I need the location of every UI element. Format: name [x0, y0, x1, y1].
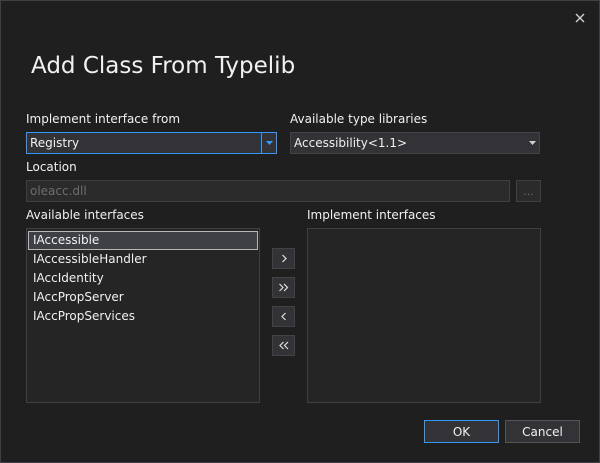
dropdown-arrow-icon	[261, 133, 276, 153]
implement-from-value: Registry	[30, 136, 80, 150]
location-label: Location	[26, 160, 77, 174]
implement-from-label: Implement interface from	[26, 112, 181, 126]
location-field[interactable]: oleacc.dll	[26, 180, 510, 202]
available-interfaces-label: Available interfaces	[26, 208, 144, 222]
ok-button[interactable]: OK	[424, 420, 499, 443]
browse-button[interactable]: ...	[516, 180, 541, 202]
type-libraries-label: Available type libraries	[290, 112, 428, 126]
type-libraries-value: Accessibility<1.1>	[294, 136, 408, 150]
implement-from-combo[interactable]: Registry	[26, 132, 277, 154]
remove-all-button[interactable]	[272, 335, 295, 356]
chevron-left-icon	[280, 312, 286, 321]
available-interfaces-list[interactable]: IAccessible IAccessibleHandler IAccIdent…	[26, 228, 260, 403]
close-icon	[575, 13, 585, 23]
close-button[interactable]	[569, 7, 591, 29]
list-item[interactable]: IAccIdentity	[28, 269, 258, 288]
add-one-button[interactable]	[272, 248, 295, 269]
implement-interfaces-list[interactable]	[307, 228, 541, 403]
list-item[interactable]: IAccPropServices	[28, 307, 258, 326]
chevron-right-icon	[281, 254, 287, 263]
dialog-title: Add Class From Typelib	[31, 53, 296, 79]
type-libraries-combo[interactable]: Accessibility<1.1>	[290, 132, 540, 154]
add-all-button[interactable]	[272, 277, 295, 298]
add-class-dialog: Add Class From Typelib Implement interfa…	[0, 0, 600, 463]
list-item[interactable]: IAccPropServer	[28, 288, 258, 307]
cancel-button[interactable]: Cancel	[505, 420, 580, 443]
implement-interfaces-label: Implement interfaces	[307, 208, 436, 222]
double-chevron-left-icon	[278, 341, 288, 350]
double-chevron-right-icon	[278, 283, 288, 292]
list-item[interactable]: IAccessibleHandler	[28, 250, 258, 269]
remove-one-button[interactable]	[272, 306, 295, 327]
list-item[interactable]: IAccessible	[28, 231, 258, 250]
dropdown-arrow-icon	[525, 133, 539, 153]
